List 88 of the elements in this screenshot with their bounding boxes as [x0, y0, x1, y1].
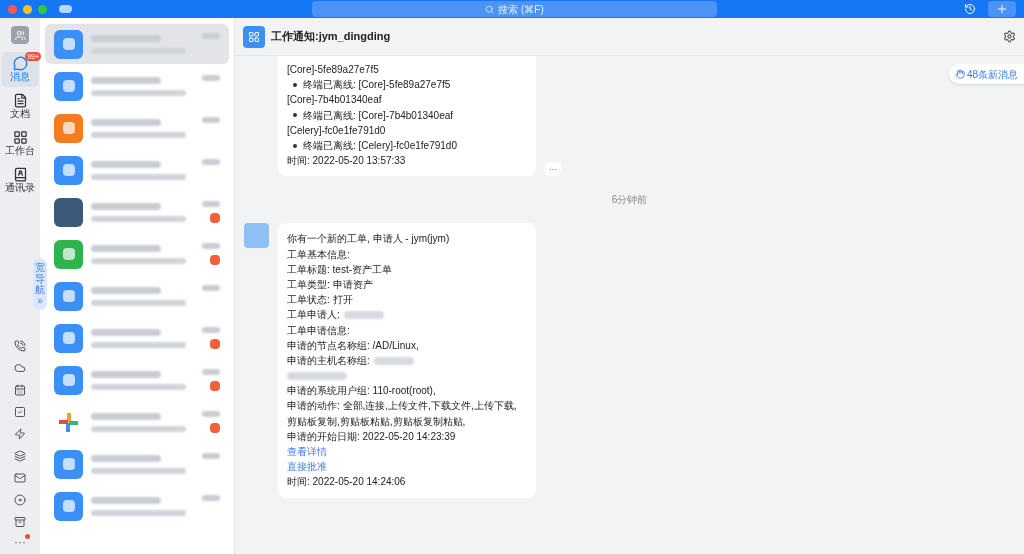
lightning-icon[interactable] — [14, 428, 26, 440]
message-line: 工单申请人: — [287, 308, 340, 323]
blurred-text — [91, 76, 161, 84]
message-line: 时间: 2022-05-20 13:57:33 — [287, 154, 407, 169]
conversation-title: 工作通知:jym_dingding — [271, 29, 391, 45]
blurred-text — [202, 369, 220, 375]
blurred-text — [91, 496, 161, 504]
message-list-item: 终端已离线: [Core]-5fe89a27e7f5 — [287, 77, 527, 93]
message-line: [Core]-5fe89a27e7f5 — [287, 63, 380, 77]
cloud-icon — [59, 5, 72, 13]
time-divider: 6分钟前 — [611, 193, 648, 208]
blurred-text — [91, 454, 161, 462]
blurred-text — [287, 371, 347, 380]
message-line: 申请的节点名称组: /AD/Linux, — [287, 338, 420, 353]
message-line: 申请的动作: 全部,连接,上传文件,下载文件,上传下载, — [287, 399, 518, 414]
add-button[interactable] — [988, 1, 1016, 17]
settings-icon[interactable] — [1003, 30, 1016, 43]
message-line: [Core]-7b4b01340eaf — [287, 93, 383, 108]
blurred-text — [91, 286, 161, 294]
blurred-text — [202, 159, 220, 165]
blurred-text — [91, 160, 161, 168]
new-messages-button[interactable]: 48条新消息 — [948, 64, 1024, 84]
message-line: 工单状态: 打开 — [287, 293, 354, 308]
plus-icon — [996, 3, 1008, 15]
maximize-window-icon[interactable] — [38, 4, 47, 14]
nav-label: 通讯录 — [5, 182, 35, 194]
blurred-text — [202, 411, 220, 417]
blurred-text — [343, 311, 384, 320]
mail-icon[interactable] — [14, 472, 26, 484]
blurred-text — [91, 328, 161, 336]
nav-icon — [12, 130, 28, 145]
nav-icon — [12, 167, 28, 182]
blurred-text — [202, 117, 220, 123]
nav-label: 消息 — [10, 71, 30, 83]
nav-item[interactable]: 通讯录 — [1, 163, 39, 198]
blurred-text — [91, 34, 161, 42]
blurred-text — [202, 327, 220, 333]
cloud-icon[interactable] — [14, 362, 26, 374]
message-line: 申请的开始日期: 2022-05-20 14:23:39 — [287, 429, 457, 444]
blurred-text — [91, 370, 161, 378]
wide-nav-tab[interactable]: 宽导航 » — [33, 258, 47, 310]
more-icon[interactable]: ··· — [14, 538, 26, 546]
blurred-text — [373, 356, 414, 365]
app-avatar-icon — [244, 223, 269, 249]
nav-label: 工作台 — [5, 145, 35, 157]
team-avatar-icon[interactable] — [11, 26, 29, 44]
message-line: 工单类型: 申请资产 — [287, 278, 374, 293]
message-line: 工单标题: test-资产工单 — [287, 262, 393, 277]
nav-icon — [12, 93, 28, 108]
message-line: 你有一个新的工单, 申请人 - jym(jym) — [287, 232, 451, 247]
message-line: 申请的主机名称组: — [287, 354, 370, 369]
nav-label: 文档 — [10, 108, 30, 120]
blurred-text — [202, 33, 220, 39]
blurred-text — [91, 412, 161, 420]
box-icon[interactable] — [14, 516, 26, 528]
nav-item[interactable]: 工作台 — [1, 126, 39, 161]
hand-icon — [954, 69, 965, 79]
blurred-text — [91, 202, 161, 210]
message-link[interactable]: 查看详情 — [287, 444, 327, 460]
nav-icon — [12, 56, 28, 71]
history-icon[interactable] — [964, 3, 976, 15]
message-line: 申请的系统用户组: 110-root(root), — [287, 384, 437, 399]
layers-icon[interactable] — [14, 450, 26, 462]
message-line: 时间: 2022-05-20 14:24:06 — [287, 475, 407, 490]
message-line: 工单基本信息: — [287, 247, 351, 262]
blurred-text — [202, 201, 220, 207]
blurred-text — [202, 75, 220, 81]
message-link[interactable]: 直接批准 — [287, 459, 327, 475]
message-list-item: 终端已离线: [Celery]-fc0e1fe791d0 — [287, 138, 527, 154]
app-tile-icon — [243, 25, 265, 48]
blurred-text — [202, 243, 220, 249]
blurred-text — [202, 453, 220, 459]
minimize-window-icon[interactable] — [23, 4, 32, 14]
message-line: [Celery]-fc0e1fe791d0 — [287, 123, 387, 138]
disc-icon[interactable] — [14, 494, 26, 506]
nav-item[interactable]: 文档 — [1, 89, 39, 124]
calendar-icon[interactable] — [14, 384, 26, 396]
message-line: 工单申请信息: — [287, 323, 351, 338]
search-icon — [485, 4, 495, 14]
blurred-text — [91, 118, 161, 126]
blurred-text — [202, 285, 220, 291]
message-line: 剪贴板复制,剪贴板粘贴,剪贴板复制粘贴, — [287, 414, 467, 429]
checkbox-icon[interactable] — [14, 406, 26, 418]
phone-icon[interactable] — [14, 340, 26, 352]
message-list-item: 终端已离线: [Core]-7b4b01340eaf — [287, 107, 527, 123]
blurred-text — [91, 244, 161, 252]
blurred-text — [202, 495, 220, 501]
search-field[interactable]: 搜索 (⌘F) — [312, 1, 717, 17]
